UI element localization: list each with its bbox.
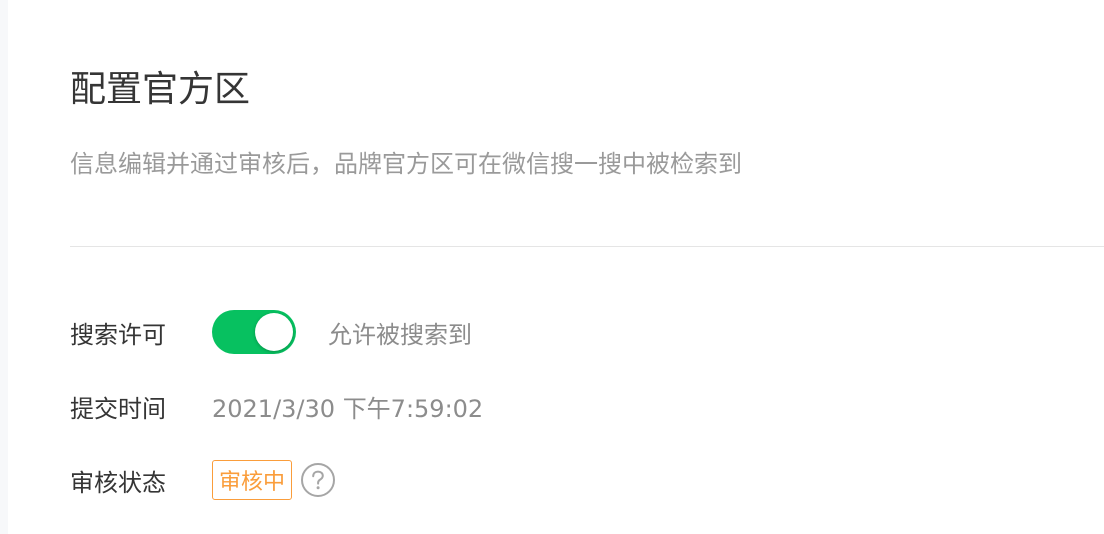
search-permission-label: 搜索许可 — [70, 320, 166, 349]
question-circle-icon[interactable] — [300, 462, 336, 498]
search-permission-row: 搜索许可 允许被搜索到 — [70, 310, 472, 354]
page-description: 信息编辑并通过审核后，品牌官方区可在微信搜一搜中被检索到 — [70, 150, 742, 178]
submit-time-value: 2021/3/30 下午7:59:02 — [212, 394, 484, 423]
submit-time-row: 提交时间 2021/3/30 下午7:59:02 — [70, 386, 483, 426]
toggle-knob — [255, 313, 293, 351]
page-title: 配置官方区 — [70, 69, 251, 110]
section-divider — [70, 246, 1104, 247]
search-permission-toggle[interactable] — [212, 310, 296, 354]
review-status-label: 审核状态 — [70, 468, 166, 497]
status-badge: 审核中 — [212, 460, 293, 500]
left-panel-edge — [0, 0, 8, 534]
review-status-row: 审核状态 审核中 — [70, 460, 336, 500]
search-permission-description: 允许被搜索到 — [328, 320, 472, 349]
submit-time-label: 提交时间 — [70, 394, 166, 423]
